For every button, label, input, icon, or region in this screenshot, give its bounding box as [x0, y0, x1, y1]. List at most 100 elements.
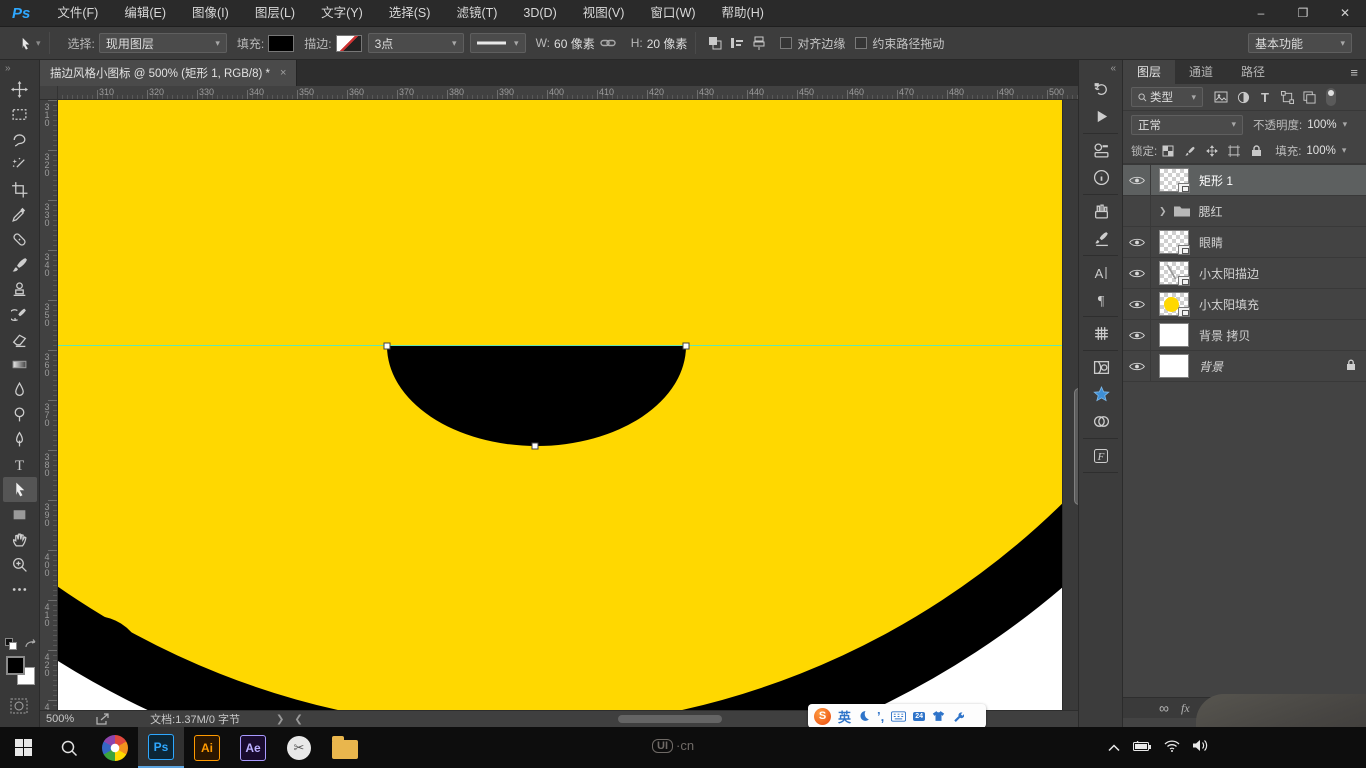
- ime-skin-icon[interactable]: [932, 710, 945, 722]
- filter-smart-object-icon[interactable]: [1299, 88, 1319, 106]
- gradient-tool[interactable]: [3, 352, 37, 377]
- menu-item-10[interactable]: 帮助(H): [709, 0, 777, 27]
- stroke-swatch[interactable]: [336, 35, 362, 52]
- start-button[interactable]: [0, 727, 46, 768]
- restore-button[interactable]: ❐: [1282, 0, 1324, 27]
- menu-item-4[interactable]: 文字(Y): [308, 0, 376, 27]
- folder-button[interactable]: [322, 727, 368, 768]
- layer-visibility-eye-icon[interactable]: [1123, 320, 1151, 350]
- layer-row-6[interactable]: 背景: [1123, 351, 1366, 382]
- layer-visibility-eye-icon[interactable]: [1123, 227, 1151, 257]
- layer-name[interactable]: 背景 拷贝: [1199, 327, 1250, 344]
- clone-source-icon[interactable]: [1079, 408, 1123, 435]
- layer-thumbnail[interactable]: [1159, 292, 1189, 316]
- path-selection-tool[interactable]: [3, 477, 37, 502]
- dock-collapse-icon[interactable]: «: [1079, 60, 1122, 76]
- color-wheel-app-button[interactable]: [92, 727, 138, 768]
- scroll-left-icon[interactable]: ❮: [294, 714, 302, 725]
- zoom-tool[interactable]: [3, 552, 37, 577]
- lock-position-icon[interactable]: [1202, 142, 1222, 160]
- menu-item-0[interactable]: 文件(F): [44, 0, 111, 27]
- layer-thumbnail[interactable]: [1159, 168, 1189, 192]
- filter-type-dropdown[interactable]: 类型▾: [1131, 87, 1203, 107]
- ime-punctuation-icon[interactable]: ’,: [877, 709, 884, 724]
- align-edges-checkbox[interactable]: [780, 37, 792, 49]
- tool-preset-caret-icon[interactable]: ▾: [36, 38, 41, 49]
- menu-item-9[interactable]: 窗口(W): [637, 0, 708, 27]
- path-arrangement-icon[interactable]: [748, 32, 770, 54]
- filter-pixel-icon[interactable]: [1211, 88, 1231, 106]
- actions-icon[interactable]: [1079, 103, 1123, 130]
- layer-style-fx-icon[interactable]: fx: [1181, 701, 1190, 716]
- styles-icon[interactable]: F: [1079, 442, 1123, 469]
- healing-brush-tool[interactable]: [3, 227, 37, 252]
- after-effects-app-button[interactable]: Ae: [230, 727, 276, 768]
- layer-visibility-eye-icon[interactable]: [1123, 165, 1151, 195]
- ime-moon-icon[interactable]: [858, 710, 870, 722]
- status-popup-icon[interactable]: ❯: [276, 714, 284, 725]
- layer-row-5[interactable]: 背景 拷贝: [1123, 320, 1366, 351]
- stroke-type-dropdown[interactable]: ▾: [470, 33, 526, 53]
- filter-shape-icon[interactable]: [1277, 88, 1297, 106]
- layer-row-4[interactable]: 小太阳填充: [1123, 289, 1366, 320]
- snip-tool-button[interactable]: ✂: [276, 727, 322, 768]
- layer-name[interactable]: 腮红: [1199, 203, 1223, 220]
- marquee-tool[interactable]: [3, 102, 37, 127]
- lock-paint-icon[interactable]: [1180, 142, 1200, 160]
- brush-presets-icon[interactable]: [1079, 198, 1123, 225]
- ime-clipboard-icon[interactable]: 24: [913, 712, 925, 721]
- filter-type-layer-icon[interactable]: T: [1255, 88, 1275, 106]
- battery-icon[interactable]: [1133, 739, 1151, 757]
- tab-paths[interactable]: 路径: [1227, 60, 1279, 84]
- eraser-tool[interactable]: [3, 327, 37, 352]
- lasso-tool[interactable]: [3, 127, 37, 152]
- tab-close-icon[interactable]: ×: [280, 67, 286, 79]
- ime-wrench-icon[interactable]: [952, 710, 964, 722]
- filter-toggle[interactable]: [1326, 88, 1336, 106]
- quick-mask-icon[interactable]: [10, 698, 28, 714]
- fill-caret-icon[interactable]: ▾: [1342, 145, 1347, 156]
- wifi-icon[interactable]: [1164, 739, 1180, 757]
- blur-tool[interactable]: [3, 377, 37, 402]
- select-mode-dropdown[interactable]: 现用图层▾: [99, 33, 227, 53]
- export-icon[interactable]: [96, 713, 110, 725]
- volume-icon[interactable]: [1193, 739, 1208, 757]
- ime-mode-english[interactable]: 英: [838, 707, 851, 726]
- layer-name[interactable]: 小太阳填充: [1199, 296, 1259, 313]
- layer-row-3[interactable]: 小太阳描边: [1123, 258, 1366, 289]
- horizontal-ruler[interactable]: 3103203303403503603703803904004104204304…: [40, 86, 1078, 100]
- layer-name[interactable]: 矩形 1: [1199, 172, 1233, 189]
- star-icon[interactable]: [1079, 381, 1123, 408]
- magic-wand-tool[interactable]: [3, 152, 37, 177]
- pen-tool[interactable]: [3, 427, 37, 452]
- search-button[interactable]: [46, 727, 92, 768]
- menu-item-3[interactable]: 图层(L): [242, 0, 308, 27]
- fill-value[interactable]: 100%: [1306, 145, 1335, 157]
- tray-chevron-icon[interactable]: [1108, 739, 1120, 757]
- brush-tool[interactable]: [3, 252, 37, 277]
- close-button[interactable]: ✕: [1324, 0, 1366, 27]
- default-colors-icon[interactable]: [5, 638, 17, 650]
- menu-item-6[interactable]: 滤镜(T): [443, 0, 510, 27]
- lock-transparent-icon[interactable]: [1158, 142, 1178, 160]
- brush-settings-icon[interactable]: [1079, 225, 1123, 252]
- layer-visibility-empty[interactable]: [1123, 196, 1151, 226]
- more-tools[interactable]: [3, 577, 37, 602]
- masks-icon[interactable]: [1079, 354, 1123, 381]
- minimize-button[interactable]: –: [1240, 0, 1282, 27]
- swap-colors-icon[interactable]: [24, 638, 37, 650]
- opacity-caret-icon[interactable]: ▾: [1343, 119, 1348, 130]
- menu-item-8[interactable]: 视图(V): [570, 0, 638, 27]
- layer-thumbnail[interactable]: [1159, 323, 1189, 347]
- group-expand-icon[interactable]: ❯: [1159, 206, 1167, 217]
- layer-name[interactable]: 小太阳描边: [1199, 265, 1259, 282]
- character-icon[interactable]: A: [1079, 259, 1123, 286]
- vertical-ruler[interactable]: 310320330340350360370380390400410420430: [40, 100, 58, 710]
- opacity-value[interactable]: 100%: [1307, 119, 1336, 131]
- history-brush-tool[interactable]: [3, 302, 37, 327]
- layer-visibility-eye-icon[interactable]: [1123, 289, 1151, 319]
- ime-keyboard-icon[interactable]: [891, 711, 906, 722]
- layer-row-2[interactable]: 眼睛: [1123, 227, 1366, 258]
- lock-artboard-icon[interactable]: [1224, 142, 1244, 160]
- panel-menu-icon[interactable]: ≡: [1342, 61, 1366, 84]
